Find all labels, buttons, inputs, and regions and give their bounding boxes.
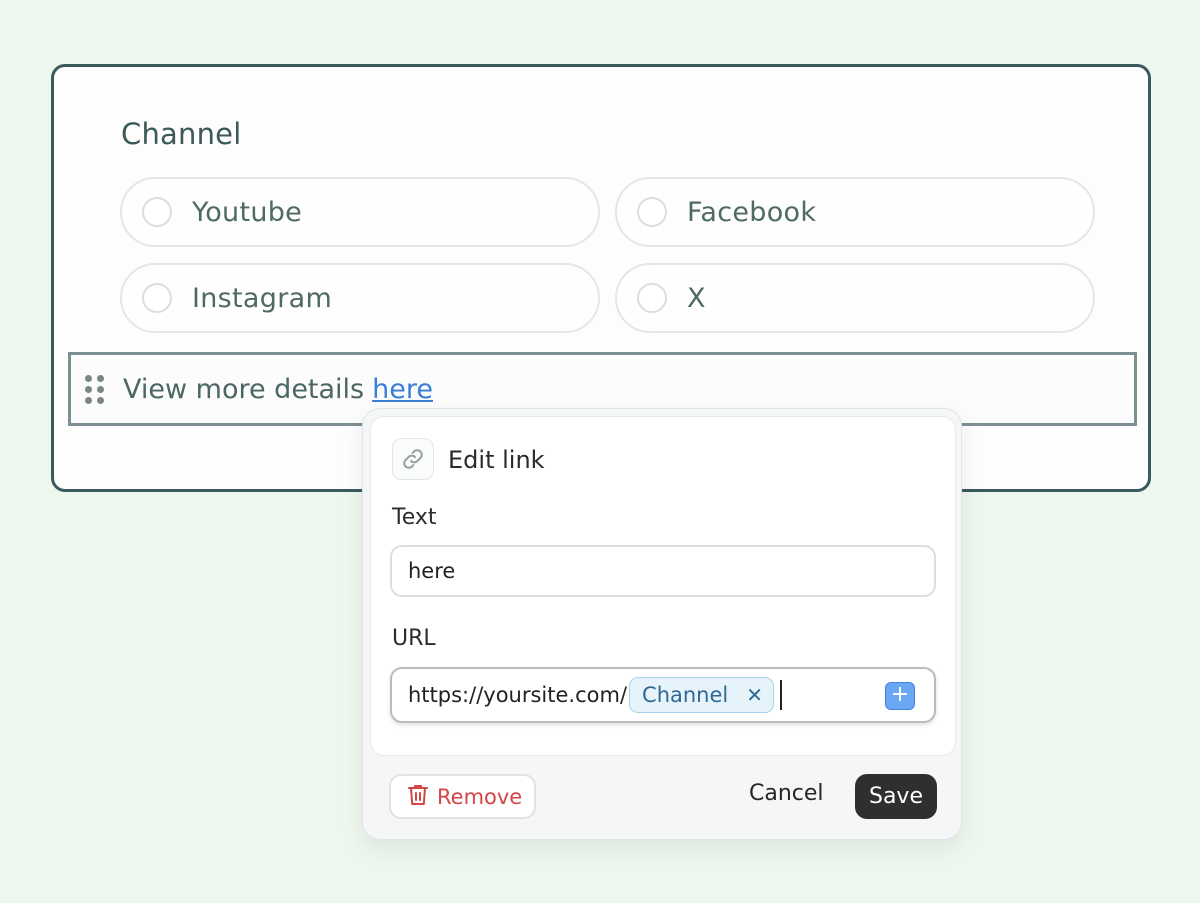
edit-link-popover: Edit link Text URL https://yoursite.com/… <box>362 408 962 840</box>
cancel-button[interactable]: Cancel <box>749 781 824 806</box>
trash-icon <box>407 783 429 811</box>
radio-button[interactable] <box>637 283 667 313</box>
option-label: Instagram <box>192 282 333 314</box>
url-variable-chip[interactable]: Channel ✕ <box>629 677 775 713</box>
link-text-input[interactable] <box>390 545 936 597</box>
option-youtube[interactable]: Youtube <box>120 177 600 247</box>
close-icon[interactable]: ✕ <box>746 683 763 707</box>
option-x[interactable]: X <box>615 263 1095 333</box>
add-variable-button[interactable]: + <box>885 682 915 710</box>
option-label: Youtube <box>192 196 303 228</box>
edit-link-panel: Edit link Text URL https://yoursite.com/… <box>370 416 956 756</box>
radio-button[interactable] <box>142 197 172 227</box>
link-icon <box>392 438 434 480</box>
drag-handle-icon[interactable] <box>83 373 105 405</box>
option-facebook[interactable]: Facebook <box>615 177 1095 247</box>
text-cursor <box>780 680 783 710</box>
remove-label: Remove <box>437 784 523 809</box>
url-input[interactable]: https://yoursite.com/ Channel ✕ + <box>390 667 936 723</box>
radio-button[interactable] <box>637 197 667 227</box>
channel-heading: Channel <box>121 117 242 151</box>
option-instagram[interactable]: Instagram <box>120 263 600 333</box>
chip-label: Channel <box>642 683 729 707</box>
text-field-label: Text <box>392 505 437 530</box>
url-prefix: https://yoursite.com/ <box>408 683 628 707</box>
radio-button[interactable] <box>142 283 172 313</box>
plus-icon: + <box>890 682 910 707</box>
details-link[interactable]: here <box>372 374 433 405</box>
details-text: View more details <box>123 373 365 405</box>
stage: Channel Youtube Facebook Instagram X Vie… <box>0 0 1200 903</box>
url-field-label: URL <box>392 626 436 651</box>
save-button[interactable]: Save <box>855 774 937 819</box>
popover-title: Edit link <box>448 446 545 474</box>
option-label: Facebook <box>687 196 817 228</box>
remove-link-button[interactable]: Remove <box>389 774 536 819</box>
option-label: X <box>687 282 706 314</box>
